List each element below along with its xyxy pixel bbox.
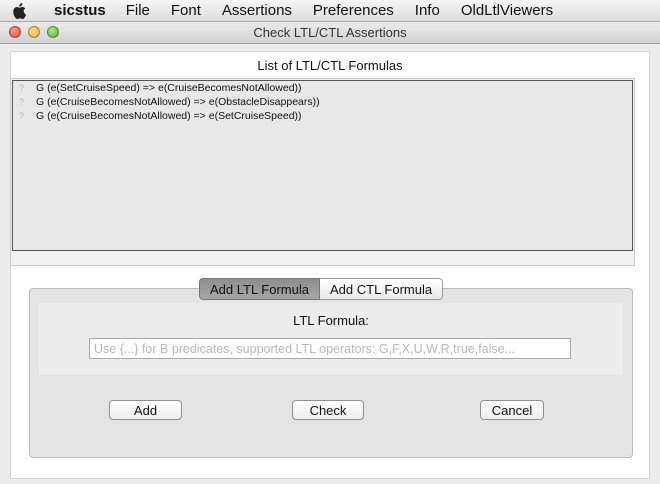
menu-file[interactable]: File [126,2,150,19]
list-item[interactable]: ? G (e(CruiseBecomesNotAllowed) => e(Obs… [13,95,632,109]
unknown-status-icon: ? [18,83,24,93]
unknown-status-icon: ? [18,97,24,107]
formula-text: G (e(SetCruiseSpeed) => e(CruiseBecomesN… [36,82,302,94]
add-button[interactable]: Add [109,400,182,420]
menu-bar: sicstus File Font Assertions Preferences… [0,0,660,22]
zoom-window-button[interactable] [47,26,59,38]
check-button[interactable]: Check [292,400,364,420]
menu-oldltlviewers[interactable]: OldLtlViewers [461,2,553,19]
list-item[interactable]: ? G (e(SetCruiseSpeed) => e(CruiseBecome… [13,81,632,95]
menu-font[interactable]: Font [171,2,201,19]
cancel-button[interactable]: Cancel [480,400,544,420]
window-body: List of LTL/CTL Formulas ? G (e(SetCruis… [0,45,660,484]
window-title-bar[interactable]: Check LTL/CTL Assertions [0,22,660,44]
formula-text: G (e(CruiseBecomesNotAllowed) => e(SetCr… [36,110,302,122]
window-controls [9,26,59,38]
list-item[interactable]: ? G (e(CruiseBecomesNotAllowed) => e(Set… [13,109,632,123]
ltl-formula-label: LTL Formula: [293,313,369,328]
menu-info[interactable]: Info [415,2,440,19]
app-menu[interactable]: sicstus [54,2,106,19]
ltl-formula-input[interactable] [89,338,571,359]
formula-text: G (e(CruiseBecomesNotAllowed) => e(Obsta… [36,96,320,108]
menu-preferences[interactable]: Preferences [313,2,394,19]
unknown-status-icon: ? [18,111,24,121]
close-window-button[interactable] [9,26,21,38]
tab-add-ltl-formula[interactable]: Add LTL Formula [199,278,320,300]
menu-assertions[interactable]: Assertions [222,2,292,19]
formula-list[interactable]: ? G (e(SetCruiseSpeed) => e(CruiseBecome… [12,80,633,251]
tab-add-ctl-formula[interactable]: Add CTL Formula [320,278,444,300]
formula-tabs: Add LTL Formula Add CTL Formula [199,278,444,300]
minimize-window-button[interactable] [28,26,40,38]
formula-list-title: List of LTL/CTL Formulas [257,58,403,73]
window-title: Check LTL/CTL Assertions [253,25,407,40]
apple-menu-icon[interactable] [12,2,42,19]
